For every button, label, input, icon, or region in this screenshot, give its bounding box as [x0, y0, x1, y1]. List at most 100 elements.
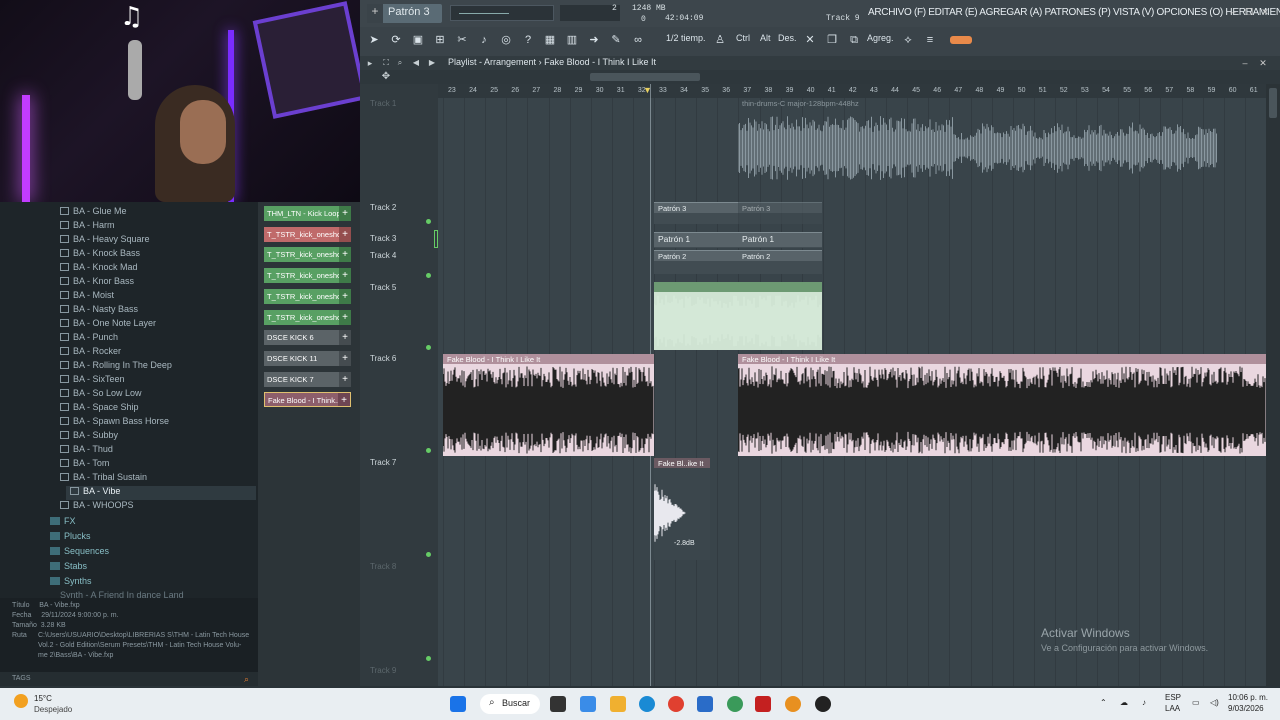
browser-item[interactable]: BA - Moist — [60, 290, 114, 304]
channel-button[interactable]: THM_LTN - Kick Loop.. + — [264, 206, 351, 221]
audio-clip-fake-blood[interactable]: Fake Blood - I Think I Like It — [738, 354, 1266, 456]
vertical-scrollbar[interactable] — [1266, 84, 1280, 686]
channel-add-icon[interactable]: + — [339, 350, 351, 366]
track-mute-led[interactable] — [426, 219, 431, 224]
record-indicator[interactable] — [950, 36, 972, 44]
channel-add-icon[interactable]: + — [339, 206, 351, 221]
track-mute-led[interactable] — [426, 656, 431, 661]
browser-folder[interactable]: Synths — [50, 576, 92, 590]
browser-folder[interactable]: Sequences — [50, 546, 109, 560]
track-label[interactable]: Track 7 — [370, 458, 396, 467]
pattern-clip[interactable]: Patrón 3 — [738, 202, 822, 224]
store-icon[interactable] — [697, 696, 713, 712]
task-view-icon[interactable] — [550, 696, 566, 712]
pattern-selector[interactable]: + Patrón 3 — [367, 4, 442, 23]
track-label[interactable]: Track 8 — [370, 562, 396, 571]
folder-icon[interactable] — [610, 696, 626, 712]
copy-icon[interactable]: ❐ — [822, 29, 842, 51]
pattern-clip[interactable]: Patrón 3 — [654, 202, 738, 224]
pattern-clip[interactable]: Patrón 2 — [654, 250, 738, 274]
des-button[interactable]: Des. — [778, 33, 797, 43]
pattern-clip[interactable]: Patrón 1 — [654, 232, 738, 248]
track-label[interactable]: Track 2 — [370, 203, 396, 212]
channel-add-icon[interactable]: + — [338, 393, 350, 407]
channel-add-icon[interactable]: + — [339, 309, 351, 325]
piano-icon[interactable]: ▥ — [562, 29, 582, 51]
track-mute-led[interactable] — [426, 345, 431, 350]
play-arrow-icon[interactable]: ➜ — [584, 29, 604, 51]
volume-meter[interactable] — [450, 5, 554, 21]
timeline-ruler[interactable]: 23 24 25 26 27 28 29 30 31 32 33 34 35 36 37 38 39 40 41 42… — [438, 84, 1266, 98]
playhead-marker-icon[interactable]: ▼ — [643, 85, 652, 95]
browser-item[interactable]: BA - One Note Layer — [60, 318, 156, 332]
add-button[interactable]: Agreg. — [867, 33, 894, 43]
browser-item[interactable]: BA - Tribal Sustain — [60, 472, 147, 486]
track-mute-led[interactable] — [426, 448, 431, 453]
cut-icon[interactable]: ✂ — [452, 29, 472, 51]
browser-folder[interactable]: Plucks — [50, 531, 91, 545]
audio-clip-fake-blood[interactable]: Fake Blood - I Think I Like It — [443, 354, 654, 456]
track-label[interactable]: Track 4 — [370, 251, 396, 260]
audio-clip-kick-loop[interactable] — [654, 282, 822, 350]
browser-item[interactable]: BA - Heavy Square — [60, 234, 150, 248]
cloud-icon[interactable]: ☁ — [1120, 698, 1128, 707]
track-label[interactable]: Track 1 — [370, 99, 396, 108]
network-icon[interactable]: ▭ — [1192, 698, 1200, 707]
browser-item[interactable]: BA - Nasty Bass — [60, 304, 138, 318]
loop-icon[interactable]: ⟳ — [386, 29, 406, 51]
minimize-icon[interactable]: – — [1228, 7, 1238, 17]
browser-item[interactable]: BA - Space Ship — [60, 402, 139, 416]
track-label[interactable]: Track 3 — [370, 234, 396, 243]
track-label[interactable]: Track 9 — [370, 666, 396, 675]
weather-temp[interactable]: 15°C — [34, 694, 52, 703]
mic-icon[interactable]: ♪ — [474, 29, 494, 51]
track-label[interactable]: Track 5 — [370, 283, 396, 292]
arrow-icon[interactable]: ➤ — [364, 29, 384, 51]
weather-icon[interactable] — [14, 694, 28, 708]
track-mute-led[interactable] — [426, 273, 431, 278]
browser-folder[interactable]: Stabs — [50, 561, 87, 575]
plugin-icon[interactable]: ⟡ — [898, 29, 918, 51]
browser-item[interactable]: BA - Spawn Bass Horse — [60, 416, 169, 430]
playlist-grid[interactable]: 23 24 25 26 27 28 29 30 31 32 33 34 35 36 37 38 39 40 41 42… — [438, 84, 1267, 686]
taskbar-search[interactable]: ⌕ Buscar — [480, 694, 540, 714]
clock-date[interactable]: 9/03/2026 — [1228, 704, 1264, 713]
pattern-clip[interactable]: Patrón 1 — [738, 232, 822, 248]
channel-button[interactable]: Fake Blood - I Think.. + — [264, 392, 351, 408]
vertical-scroll-thumb[interactable] — [1269, 88, 1277, 118]
save-icon[interactable]: ▣ — [408, 29, 428, 51]
browser-item[interactable]: BA - Vibe — [66, 486, 256, 500]
mic-tray-icon[interactable]: ♪ — [1142, 698, 1146, 707]
fl-studio-icon[interactable] — [785, 696, 801, 712]
link-icon[interactable]: ∞ — [628, 29, 648, 51]
browser-item[interactable]: BA - So Low Low — [60, 388, 142, 402]
app-icon[interactable] — [755, 696, 771, 712]
channel-add-icon[interactable]: + — [339, 247, 351, 263]
browser-item[interactable]: BA - Subby — [60, 430, 118, 444]
browser-item[interactable]: BA - Glue Me — [60, 206, 127, 220]
tray-chevron-icon[interactable]: ⌃ — [1100, 698, 1107, 707]
channel-add-icon[interactable]: + — [339, 330, 351, 346]
brush-icon[interactable]: ✎ — [606, 29, 626, 51]
help-icon[interactable]: ? — [518, 29, 538, 51]
copilot-icon[interactable] — [580, 696, 596, 712]
grid-icon[interactable]: ▦ — [540, 29, 560, 51]
snap-selector[interactable]: 1/2 tiemp. — [666, 33, 706, 43]
tags-bar[interactable]: TAGS ⌕ — [0, 672, 258, 686]
browser-item[interactable]: BA - Tom — [60, 458, 109, 472]
clock-time[interactable]: 10:06 p. m. — [1228, 693, 1268, 702]
ctrl-button[interactable]: Ctrl — [736, 33, 750, 43]
mixer-icon[interactable]: ⊞ — [430, 29, 450, 51]
alt-button[interactable]: Alt — [760, 33, 771, 43]
stamp-icon[interactable]: ♙ — [710, 29, 730, 51]
audio-clip-thin-drums[interactable]: thin-drums-C major-128bpm-448hz — [738, 98, 1218, 188]
browser-item[interactable]: BA - Harm — [60, 220, 115, 234]
edit-icon[interactable]: ≡ — [920, 29, 940, 51]
chat-icon[interactable]: ◎ — [496, 29, 516, 51]
chrome-icon[interactable] — [668, 696, 684, 712]
channel-add-icon[interactable]: + — [339, 226, 351, 242]
channel-button[interactable]: DSCE KICK 7 + — [264, 371, 351, 387]
playlist-close-icon[interactable]: ✕ — [1258, 58, 1268, 68]
browser-item[interactable]: BA - Rocker — [60, 346, 121, 360]
browser-item[interactable]: BA - WHOOPS — [60, 500, 134, 514]
